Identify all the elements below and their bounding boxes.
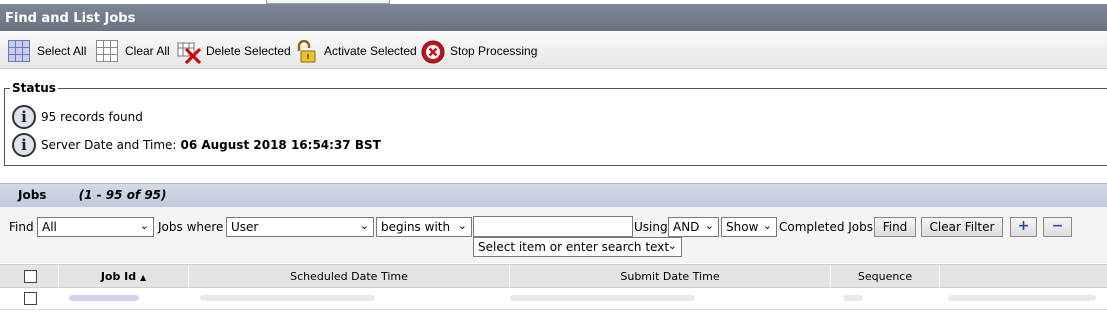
select-all-checkbox[interactable] [24,270,37,283]
completed-jobs-label: Completed Jobs [779,220,874,234]
using-select-value: AND [673,220,700,234]
delete-x-icon [177,40,202,65]
redacted-scheduled-time [200,295,375,301]
stop-processing-button[interactable]: Stop Processing [421,39,538,64]
delete-selected-label: Delete Selected [206,44,291,58]
header-select-cell [0,265,59,289]
add-filter-button[interactable]: + [1010,217,1037,237]
find-button[interactable]: Find [874,217,916,237]
find-select[interactable]: All ⌄ [37,217,154,237]
select-all-button[interactable]: Select All [8,39,86,63]
row-checkbox[interactable] [24,292,37,305]
column-header-extra [940,265,1107,289]
status-records: i 95 records found [12,105,143,129]
stop-icon [421,40,445,64]
chevron-down-icon: ⌄ [762,219,772,232]
grid-filled-icon [8,40,30,62]
search-input[interactable] [473,216,633,237]
activate-selected-label: Activate Selected [324,44,417,58]
show-select-value: Show [726,220,759,234]
table-row[interactable] [0,288,1107,310]
status-server-time: i Server Date and Time: 06 August 2018 1… [12,133,381,157]
clear-all-button[interactable]: Clear All [96,39,170,63]
column-header-sequence[interactable]: Sequence [831,265,940,289]
delete-selected-button[interactable]: Delete Selected [177,39,291,65]
find-select-value: All [42,220,57,234]
redacted-submit-time [510,295,695,301]
info-icon: i [12,133,36,157]
column-header-submit[interactable]: Submit Date Time [510,265,831,289]
remove-filter-button[interactable]: − [1043,217,1072,237]
chevron-down-icon: ⌄ [359,219,369,232]
padlock-icon [295,39,317,63]
records-found-text: 95 records found [41,110,143,124]
status-legend: Status [10,81,58,95]
clear-filter-button[interactable]: Clear Filter [921,217,1003,237]
server-time-value: 06 August 2018 16:54:37 BST [180,138,381,152]
jobs-title: Jobs [18,188,47,202]
chevron-down-icon: ⌄ [139,219,149,232]
find-label: Find [9,220,34,234]
clear-all-label: Clear All [125,44,170,58]
table-header: Job Id ▲ Scheduled Date Time Submit Date… [0,264,1107,289]
chevron-down-icon: ⌄ [667,239,677,252]
job-id-header-label: Job Id [100,270,137,283]
info-icon: i [12,105,36,129]
column-header-scheduled[interactable]: Scheduled Date Time [189,265,510,289]
chevron-down-icon: ⌄ [704,219,714,232]
search-suggest-value: Select item or enter search text [478,240,670,254]
page-title: Find and List Jobs [0,4,1107,31]
operator-select[interactable]: begins with ⌄ [376,217,472,237]
jobs-where-label: Jobs where [158,220,224,234]
toolbar: Select All Clear All Delete Selected Act… [0,31,1107,69]
search-suggest-select[interactable]: Select item or enter search text ⌄ [473,237,682,257]
redacted-job-id [69,295,139,301]
redacted-extra [948,295,1096,301]
field-select-value: User [231,220,259,234]
grid-empty-icon [96,40,118,62]
chevron-down-icon: ⌄ [457,219,467,232]
stop-processing-label: Stop Processing [450,44,538,58]
column-header-job-id[interactable]: Job Id ▲ [59,265,189,289]
redacted-sequence [843,295,863,301]
select-all-label: Select All [37,44,87,58]
server-time-label: Server Date and Time: [41,138,177,152]
operator-select-value: begins with [381,220,451,234]
activate-selected-button[interactable]: Activate Selected [295,39,417,63]
jobs-section-header: Jobs (1 - 95 of 95) [0,183,1107,207]
using-select[interactable]: AND ⌄ [668,217,719,237]
show-select[interactable]: Show ⌄ [721,217,777,237]
sort-ascending-icon: ▲ [140,273,147,282]
field-select[interactable]: User ⌄ [226,217,374,237]
jobs-count: (1 - 95 of 95) [78,188,167,202]
using-label: Using [634,220,668,234]
